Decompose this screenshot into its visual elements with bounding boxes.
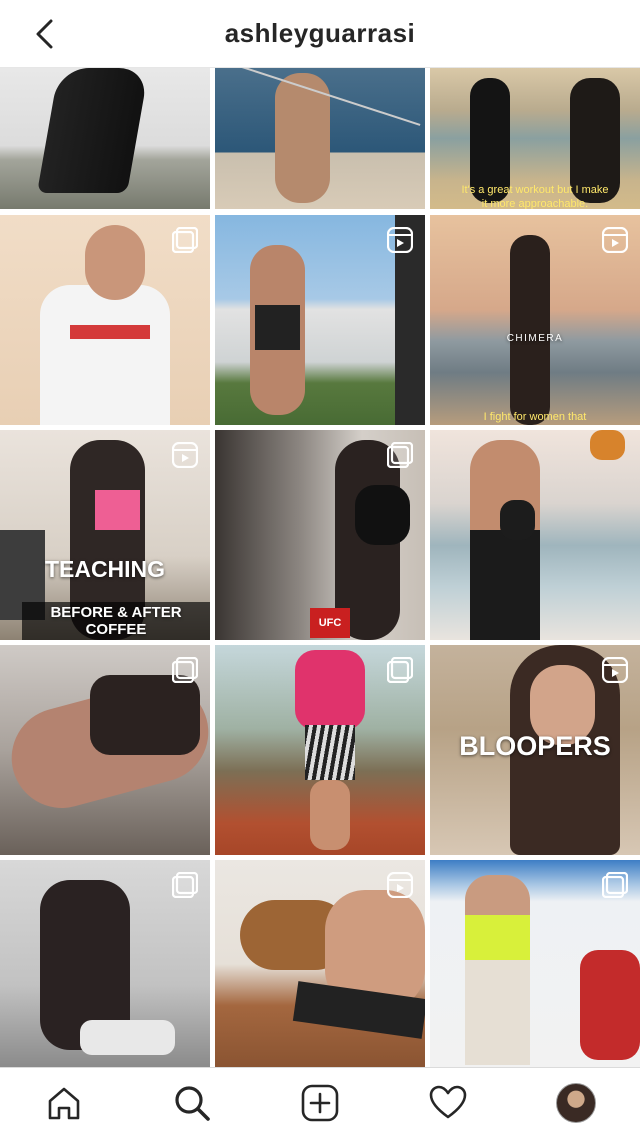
carousel-icon	[172, 227, 198, 253]
post-tile[interactable]	[215, 860, 425, 1068]
post-tile[interactable]	[0, 645, 210, 855]
nav-create[interactable]	[290, 1073, 350, 1133]
post-tile[interactable]: BLOOPERS	[430, 645, 640, 855]
nav-profile[interactable]	[546, 1073, 606, 1133]
post-tile[interactable]	[0, 68, 210, 209]
post-tile[interactable]	[0, 860, 210, 1068]
post-tile[interactable]	[0, 215, 210, 425]
nav-home[interactable]	[34, 1073, 94, 1133]
reel-icon	[602, 657, 628, 683]
carousel-icon	[172, 872, 198, 898]
posts-grid: It's a great workout but I make it more …	[0, 68, 640, 1068]
post-tile[interactable]	[215, 645, 425, 855]
profile-username: ashleyguarrasi	[224, 18, 416, 48]
carousel-icon	[172, 657, 198, 683]
top-bar: ashleyguarrasi	[0, 0, 640, 68]
nav-search[interactable]	[162, 1073, 222, 1133]
post-tile[interactable]: UFC	[215, 430, 425, 640]
post-tile[interactable]: TEACHING BEFORE & AFTER COFFEE	[0, 430, 210, 640]
heart-icon	[429, 1085, 467, 1119]
post-tile[interactable]: It's a great workout but I make it more …	[430, 68, 640, 209]
reel-icon	[387, 227, 413, 253]
carousel-icon	[602, 872, 628, 898]
bottom-nav	[0, 1067, 640, 1138]
post-tile[interactable]	[215, 68, 425, 209]
reel-icon	[172, 442, 198, 468]
reel-icon	[602, 227, 628, 253]
post-tile[interactable]: CHIMERA I fight for women that	[430, 215, 640, 425]
post-tile[interactable]	[215, 215, 425, 425]
home-icon	[48, 1087, 80, 1120]
carousel-icon	[387, 657, 413, 683]
avatar	[556, 1083, 596, 1123]
nav-activity[interactable]	[418, 1073, 478, 1133]
plus-square-icon	[301, 1084, 339, 1122]
reel-icon	[387, 872, 413, 898]
carousel-icon	[387, 442, 413, 468]
post-tile[interactable]	[430, 860, 640, 1068]
search-icon	[175, 1086, 210, 1121]
post-tile[interactable]	[430, 430, 640, 640]
